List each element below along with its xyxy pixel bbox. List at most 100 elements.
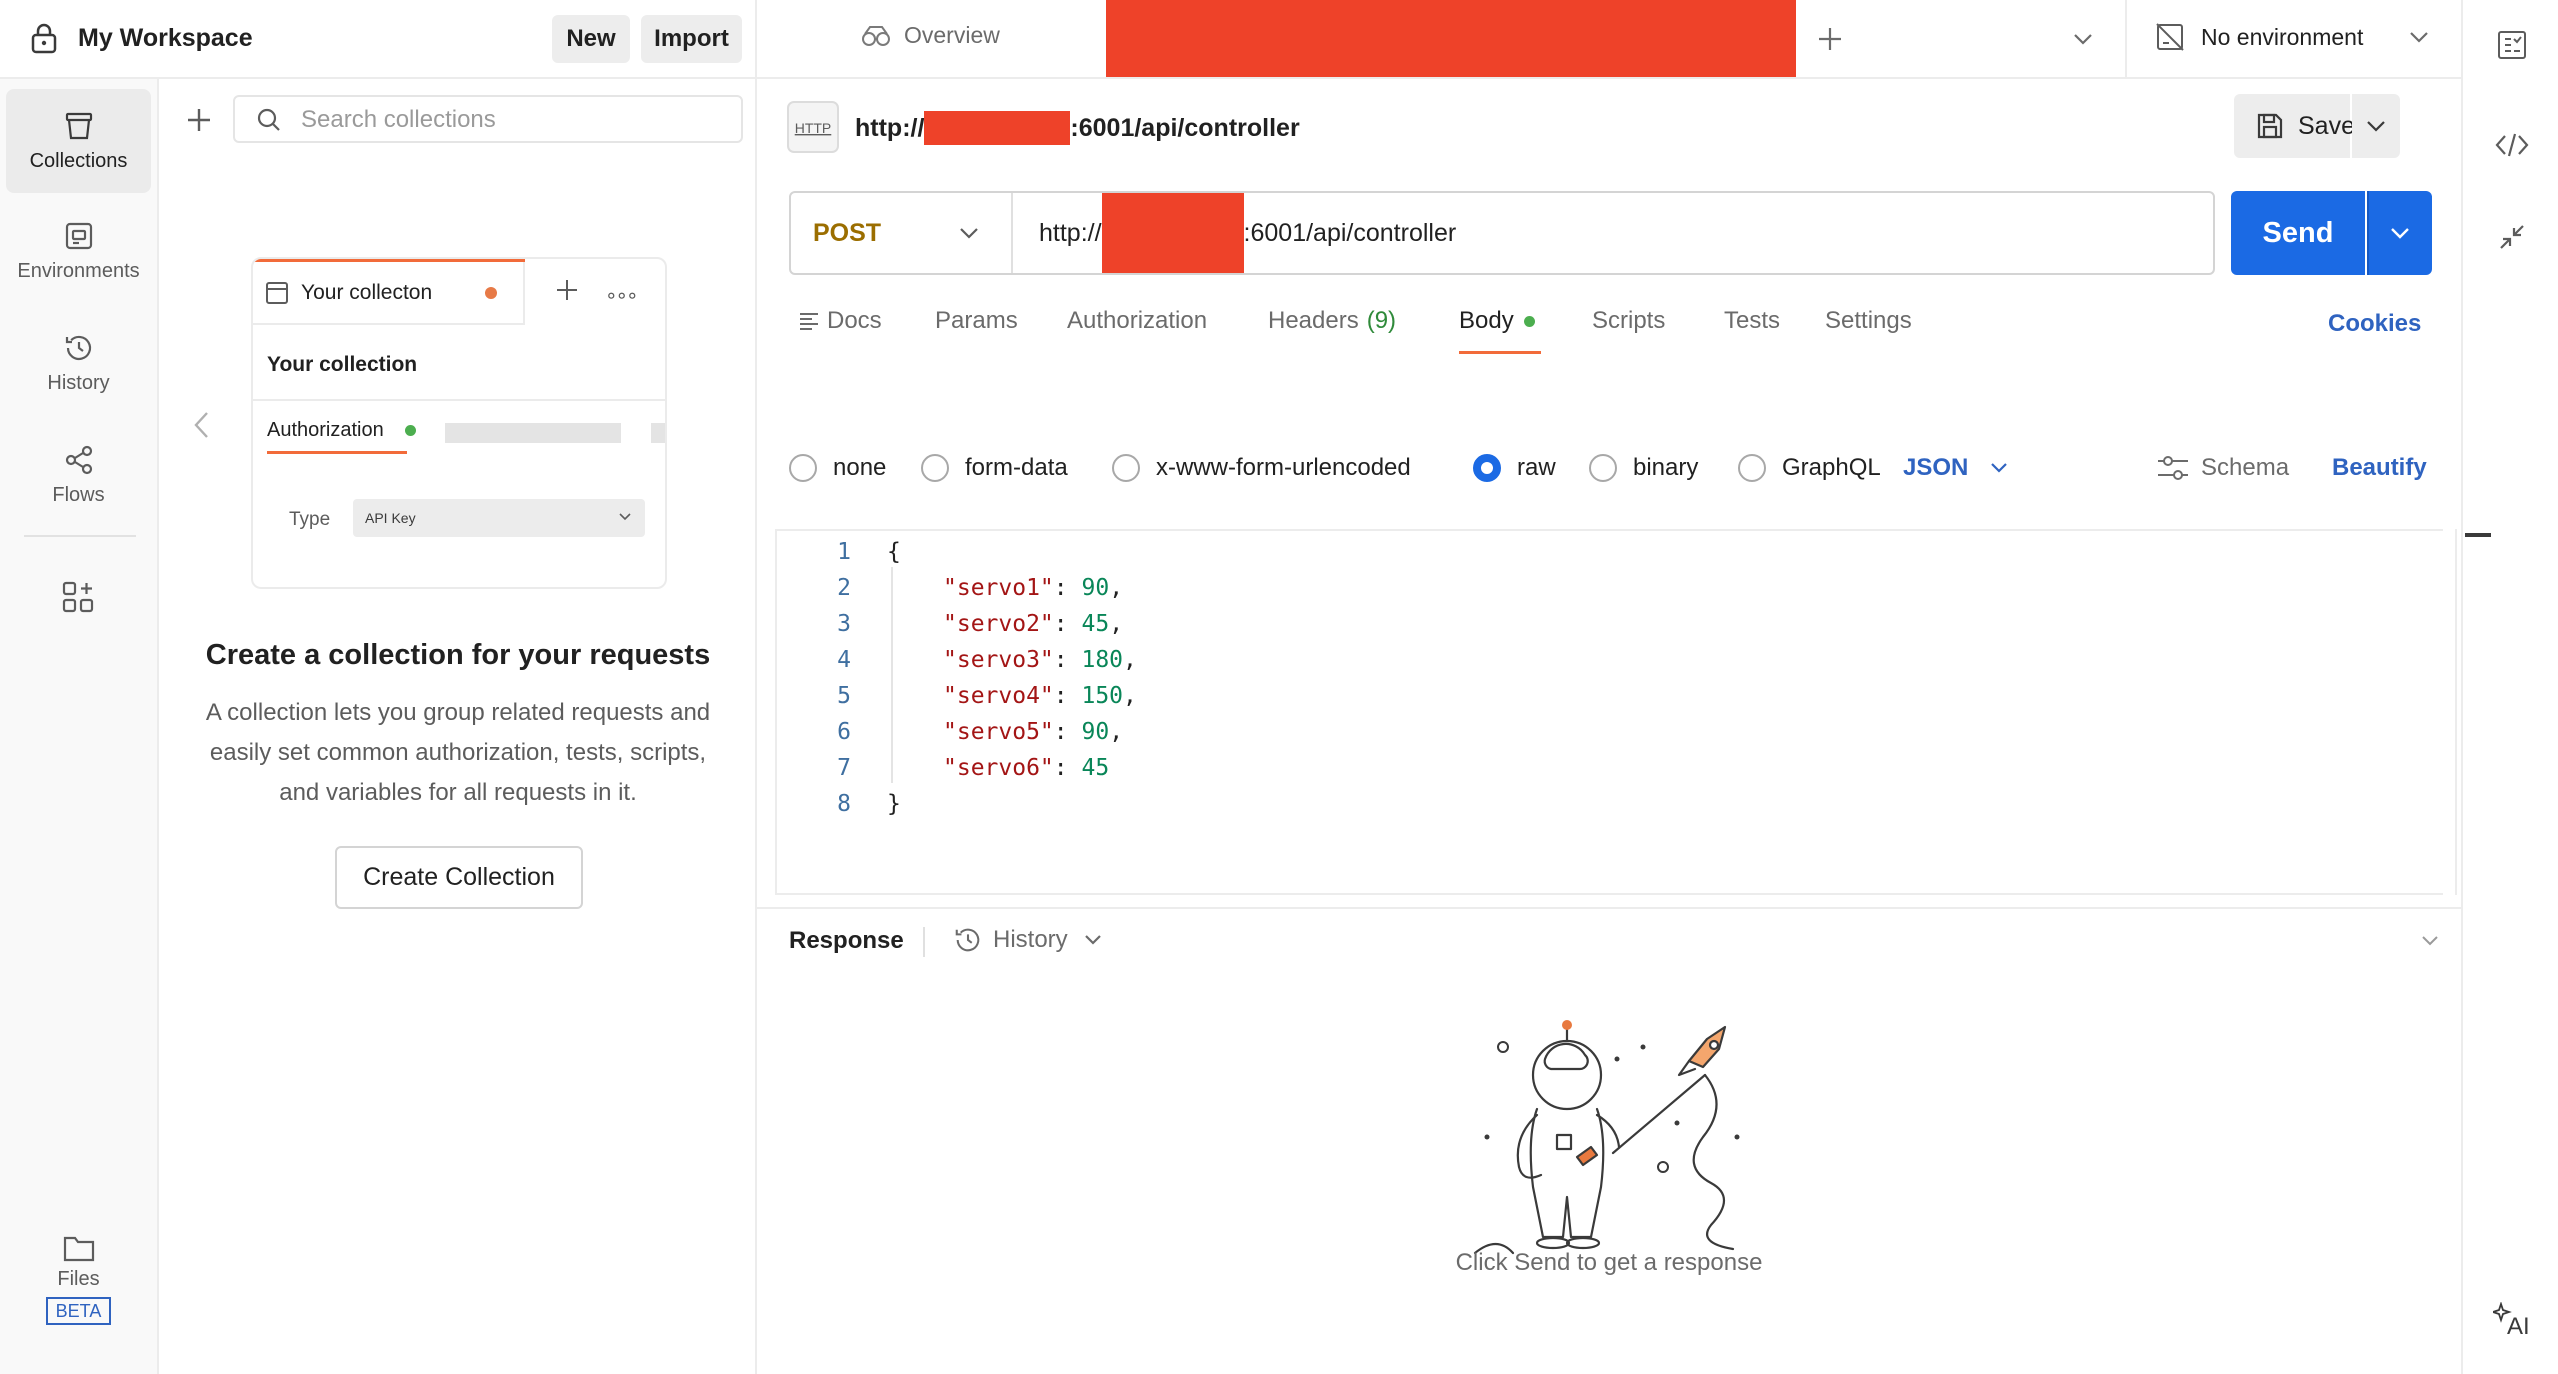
save-button[interactable]: Save: [2234, 94, 2355, 158]
docs-icon: [799, 311, 819, 331]
cookies-link[interactable]: Cookies: [2328, 310, 2421, 338]
url-input[interactable]: http:// :6001/api/controller: [1039, 193, 1456, 273]
sidebar-item-environments[interactable]: Environments: [6, 199, 151, 303]
radio-urlencoded[interactable]: [1112, 454, 1140, 482]
auth-status-dot: [405, 425, 416, 436]
method-selector[interactable]: POST: [791, 193, 1013, 273]
code-text: }: [887, 791, 901, 817]
history-icon: [953, 925, 983, 955]
request-url-bar: POST http:// :6001/api/controller: [789, 191, 2215, 275]
sidebar-item-history[interactable]: History: [6, 311, 151, 415]
new-tab-icon[interactable]: [1817, 26, 1843, 52]
json-value: 45: [1081, 611, 1110, 637]
code-snippet-icon[interactable]: [2495, 132, 2529, 158]
no-environment-icon: [2155, 22, 2185, 52]
plus-icon: [556, 279, 578, 301]
tab-params[interactable]: Params: [935, 307, 1018, 335]
json-value: 90: [1081, 575, 1110, 601]
tab-bar: Overview No environment: [757, 0, 2461, 79]
chevron-down-icon: [1990, 462, 2008, 474]
request-title-prefix: http://: [855, 113, 925, 142]
body-code-editor[interactable]: 1 { 2 "servo1": 90, 3 "servo2": 45, 4 "s…: [775, 529, 2491, 895]
svg-text:HTTP: HTTP: [795, 120, 832, 136]
tabs-dropdown-icon[interactable]: [2073, 33, 2093, 45]
sidebar-rail: Collections Environments History Flows F…: [0, 79, 159, 1374]
add-collection-icon[interactable]: [186, 107, 212, 133]
radio-form-data[interactable]: [921, 454, 949, 482]
schema-label: Schema: [2201, 454, 2290, 481]
collection-icon: [265, 281, 289, 305]
url-suffix: :6001/api/controller: [1243, 218, 1457, 247]
environments-icon: [63, 220, 95, 252]
json-comma: ,: [1123, 683, 1137, 709]
send-button[interactable]: Send: [2231, 191, 2365, 275]
search-collections[interactable]: [233, 95, 743, 143]
request-editor: HTTP http:// :6001/api/controller Save P…: [757, 79, 2491, 1374]
ai-assistant-icon[interactable]: AI: [2493, 1302, 2533, 1338]
import-button[interactable]: Import: [641, 15, 742, 63]
tab-headers[interactable]: Headers (9): [1268, 307, 1396, 335]
request-title[interactable]: http:// :6001/api/controller: [855, 111, 1300, 145]
save-options-button[interactable]: [2352, 94, 2400, 158]
radio-graphql[interactable]: [1738, 454, 1766, 482]
documentation-icon[interactable]: [2497, 30, 2527, 60]
tab-tests[interactable]: Tests: [1724, 307, 1780, 335]
configure-sidebar-icon[interactable]: [61, 580, 95, 614]
line-number: 8: [837, 791, 851, 817]
format-selector[interactable]: JSON: [1903, 454, 2008, 482]
line-number: 4: [837, 647, 851, 673]
schema-button[interactable]: Schema: [2157, 454, 2289, 482]
search-icon: [257, 108, 281, 132]
collection-illustration: Your collecton ∘∘∘ Your collection Autho…: [251, 257, 667, 589]
folder-icon: [63, 1234, 95, 1262]
tab-docs[interactable]: Docs: [799, 307, 882, 335]
sidebar-item-collections[interactable]: Collections: [6, 89, 151, 193]
collapse-response-icon[interactable]: [2421, 935, 2439, 947]
request-title-suffix: :6001/api/controller: [1070, 113, 1300, 142]
illustration-auth-label: Authorization: [267, 419, 384, 441]
body-type-label: x-www-form-urlencoded: [1156, 454, 1411, 481]
tab-overview-label: Overview: [904, 22, 1000, 48]
sidebar-item-flows[interactable]: Flows: [6, 423, 151, 527]
save-icon: [2256, 112, 2284, 140]
new-button[interactable]: New: [552, 15, 630, 63]
schema-icon: [2157, 455, 2189, 481]
active-request-tab[interactable]: [1106, 0, 1796, 77]
json-key: "servo1": [943, 575, 1054, 601]
body-type-label: binary: [1633, 454, 1699, 481]
tab-authorization[interactable]: Authorization: [1067, 307, 1207, 335]
sidebar-item-label: Files: [57, 1267, 100, 1290]
collapse-icon[interactable]: [2499, 224, 2525, 250]
response-history-button[interactable]: History: [953, 925, 1102, 955]
sidebar-item-files[interactable]: Files BETA: [6, 1229, 151, 1329]
body-type-label: GraphQL: [1782, 454, 1881, 481]
collections-panel: Your collecton ∘∘∘ Your collection Autho…: [159, 79, 757, 1374]
radio-raw[interactable]: [1473, 454, 1501, 482]
response-label[interactable]: Response: [789, 927, 904, 955]
placeholder-bar: [445, 423, 621, 443]
json-key: "servo2": [943, 611, 1054, 637]
tab-settings[interactable]: Settings: [1825, 307, 1912, 335]
tab-scripts[interactable]: Scripts: [1592, 307, 1665, 335]
tab-headers-label: Headers: [1268, 307, 1359, 334]
illustration-tab-label: Your collecton: [301, 281, 433, 304]
send-options-button[interactable]: [2367, 191, 2432, 275]
radio-binary[interactable]: [1589, 454, 1617, 482]
line-number: 6: [837, 719, 851, 745]
create-collection-button[interactable]: Create Collection: [335, 846, 583, 909]
save-label: Save: [2298, 111, 2355, 140]
json-key: "servo5": [943, 719, 1054, 745]
url-prefix: http://: [1039, 218, 1102, 247]
workspace-title[interactable]: My Workspace: [78, 24, 253, 53]
environment-selector[interactable]: No environment: [2155, 22, 2429, 52]
radio-none[interactable]: [789, 454, 817, 482]
chevron-left-icon[interactable]: [193, 411, 209, 439]
tab-body[interactable]: Body: [1459, 307, 1535, 335]
json-comma: ,: [1123, 647, 1137, 673]
beautify-button[interactable]: Beautify: [2332, 454, 2427, 482]
tab-overview[interactable]: Overview: [860, 22, 1000, 49]
sidebar-item-label: Collections: [29, 149, 128, 172]
search-input[interactable]: [301, 105, 721, 135]
unsaved-dot: [485, 287, 497, 299]
illustration-tab: Your collecton: [253, 259, 525, 325]
